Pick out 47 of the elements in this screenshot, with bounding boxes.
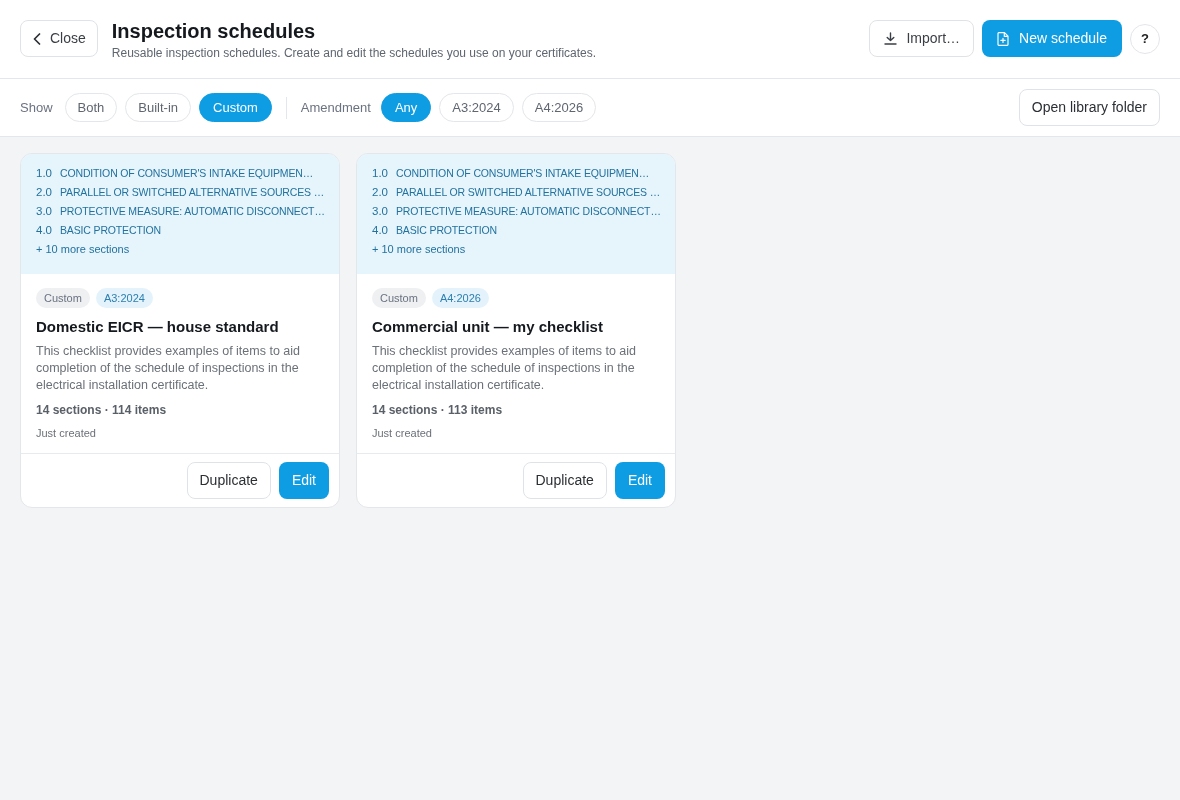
help-button[interactable]: ? <box>1130 23 1160 54</box>
filter-label: Amendment <box>300 98 371 117</box>
filter-label: Show <box>20 98 53 117</box>
section-number: 4.0 <box>372 222 389 238</box>
section-title: BASIC PROTECTION <box>396 222 497 238</box>
section-title: PROTECTIVE MEASURE: AUTOMATIC DISCONNECT… <box>60 203 325 219</box>
section-number: 2.0 <box>36 184 53 200</box>
schedule-stats: 14 sections · 114 items <box>36 402 168 418</box>
duplicate-button[interactable]: Duplicate <box>522 462 607 499</box>
section-title: BASIC PROTECTION <box>60 222 161 238</box>
file-plus-icon <box>997 31 1010 46</box>
download-icon <box>884 32 898 45</box>
section-title: PROTECTIVE MEASURE: AUTOMATIC DISCONNECT… <box>396 203 661 219</box>
chevron-left-icon <box>33 32 41 45</box>
page-title: Inspection schedules <box>111 19 317 43</box>
filter-chip[interactable]: Both <box>64 93 118 122</box>
filter-chip[interactable]: Built-in <box>125 93 192 122</box>
schedule-title: Commercial unit — my checklist <box>372 317 604 337</box>
updated-text: Just created <box>372 426 433 441</box>
section-title: PARALLEL OR SWITCHED ALTERNATIVE SOURCES … <box>396 184 661 200</box>
close-button[interactable]: Close <box>20 20 98 57</box>
schedule-description: This checklist provides examples of items to aid completion of the schedule of inspections in the electrical installation certificate. <box>372 343 637 394</box>
filter-chip[interactable]: A4:2026 <box>521 93 597 122</box>
import-button[interactable]: Import… <box>869 20 975 57</box>
section-title: CONDITION OF CONSUMER'S INTAKE EQUIPMEN… <box>396 165 650 181</box>
section-number: 3.0 <box>36 203 53 219</box>
schedule-description: This checklist provides examples of items to aid completion of the schedule of inspections in the electrical installation certificate. <box>36 343 301 394</box>
updated-text: Just created <box>36 426 97 441</box>
open-library-button[interactable]: Open library folder <box>1018 89 1160 126</box>
section-number: 1.0 <box>372 165 389 181</box>
type-tag: Custom <box>36 288 90 308</box>
page-subtitle: Reusable inspection schedules. Create and edit the schedules you use on your certificates. <box>111 45 597 61</box>
section-number: 3.0 <box>372 203 389 219</box>
amendment-tag: A4:2026 <box>431 288 489 308</box>
section-number: 4.0 <box>36 222 53 238</box>
section-number: 2.0 <box>372 184 389 200</box>
type-tag: Custom <box>372 288 426 308</box>
filter-chip[interactable]: A3:2024 <box>439 93 514 122</box>
schedule-title: Domestic EICR — house standard <box>36 317 280 337</box>
section-title: CONDITION OF CONSUMER'S INTAKE EQUIPMEN… <box>60 165 314 181</box>
amendment-tag: A3:2024 <box>95 288 153 308</box>
more-sections-text: + 10 more sections <box>36 242 131 257</box>
duplicate-button[interactable]: Duplicate <box>186 462 271 499</box>
schedule-stats: 14 sections · 113 items <box>372 402 504 418</box>
more-sections-text: + 10 more sections <box>372 242 467 257</box>
section-number: 1.0 <box>36 165 53 181</box>
section-title: PARALLEL OR SWITCHED ALTERNATIVE SOURCES … <box>60 184 325 200</box>
